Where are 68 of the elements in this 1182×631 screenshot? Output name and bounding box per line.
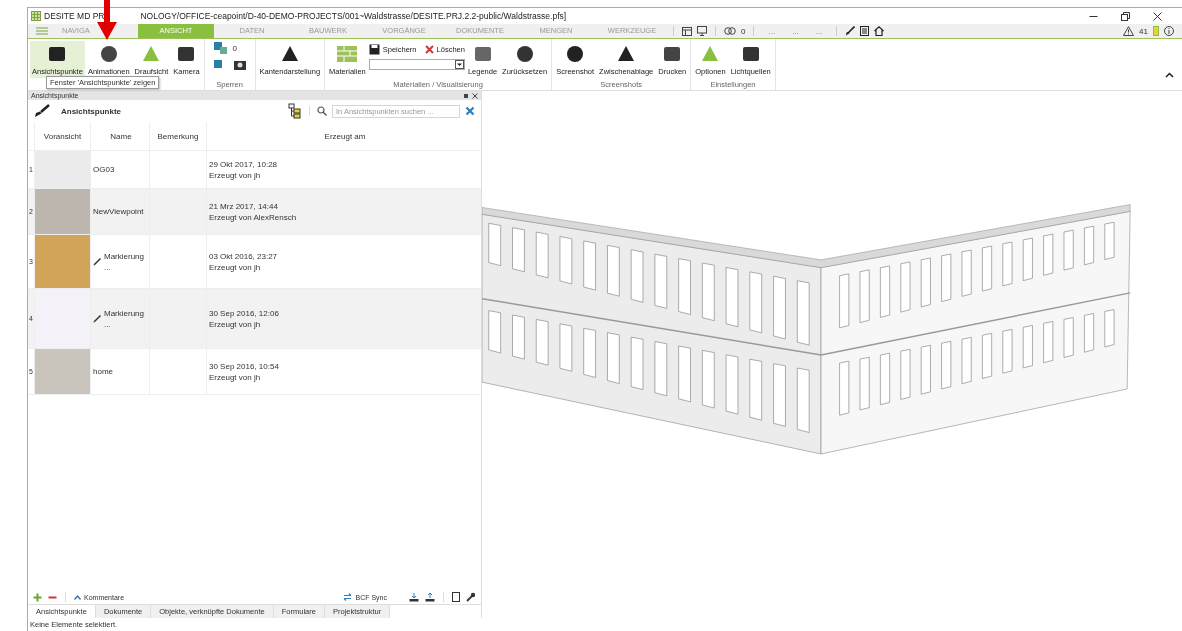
rings-icon[interactable] [724,27,736,35]
pencil-icon [93,314,101,323]
materials-icon [336,44,359,64]
materials-dropdown[interactable] [368,59,465,70]
viewpoint-name: Markierung [104,251,144,261]
more-button[interactable]: ... [792,26,799,36]
created-by: Erzeugt von AlexRensch [209,212,297,222]
import-icon[interactable] [409,592,419,602]
caret-icon [74,594,81,600]
brush-icon [34,104,50,118]
more-button[interactable]: ... [815,26,823,36]
created-by: Erzeugt von jh [209,262,262,272]
panel-heading: Ansichtspunkte [61,106,121,116]
warning-count: 41 [1139,26,1148,36]
viewpoint-name: OG03 [93,165,115,174]
created-date: 03 Okt 2016, 23:27 [209,251,278,261]
created-by: Erzeugt von jh [209,372,262,382]
window-title: DESITE MD PR [44,11,105,21]
preview-thumbnail[interactable] [35,235,90,288]
list-icon[interactable] [860,26,870,36]
created-date: 30 Sep 2016, 10:54 [209,361,279,371]
window-title: NOLOGY/OFFICE-ceapoint/D-40-DEMO-PROJECTS/001~Waldstrasse/DESITE.PRJ.2.2-public/Waldstrasse.pfs] [140,11,567,21]
monitor-icon[interactable] [697,26,707,36]
preview-thumbnail[interactable] [35,189,90,234]
preview-thumbnail[interactable] [35,289,90,348]
layout-icon[interactable] [682,26,692,36]
viewpoint-name: Markierung [104,308,144,318]
clear-icon[interactable] [465,106,475,116]
restore-icon[interactable] [1121,11,1130,21]
cubes-icon[interactable] [212,41,229,55]
column-header[interactable]: Bemerkung [157,132,199,141]
note-text: ... [104,262,112,272]
collapse-icon[interactable] [1165,72,1174,78]
sync-icon [343,593,353,601]
viewpoint-name: home [93,367,113,376]
note-text: ... [104,319,112,329]
preview-thumbnail[interactable] [35,151,90,188]
eye-count: 0 [741,26,746,36]
preview-thumbnail[interactable] [35,349,90,394]
column-header[interactable]: Voransicht [43,132,82,141]
grid-icon [31,11,41,21]
page-icon[interactable] [452,592,460,602]
created-by: Erzeugt von jh [209,319,262,329]
warning-icon[interactable] [1123,26,1135,36]
close-icon[interactable] [1153,11,1162,21]
add-icon[interactable] [33,592,42,602]
search-icon [317,106,327,116]
created-date: 21 Mrz 2017, 14:44 [209,201,279,211]
created-by: Erzeugt von jh [209,170,262,180]
pin-icon[interactable] [463,92,469,99]
pencil-icon [93,257,101,266]
caret-icon [454,60,464,69]
export-icon[interactable] [425,592,435,602]
more-button[interactable]: ... [768,26,776,36]
close-icon [424,45,434,54]
tree-icon[interactable] [288,103,302,119]
created-date: 30 Sep 2016, 12:06 [209,308,279,318]
lock-count: 0 [232,43,238,53]
column-header[interactable]: Name [110,132,132,141]
close-icon[interactable] [472,92,478,99]
created-date: 29 Okt 2017, 10:28 [209,159,278,169]
save-icon [368,44,380,55]
wrench-icon[interactable] [466,592,476,602]
viewpoint-name: NewViewpoint [93,207,144,216]
home-icon[interactable] [874,26,885,36]
info-icon[interactable] [1164,26,1174,36]
column-header[interactable]: Erzeugt am [324,132,366,141]
brush-icon[interactable] [845,26,856,36]
